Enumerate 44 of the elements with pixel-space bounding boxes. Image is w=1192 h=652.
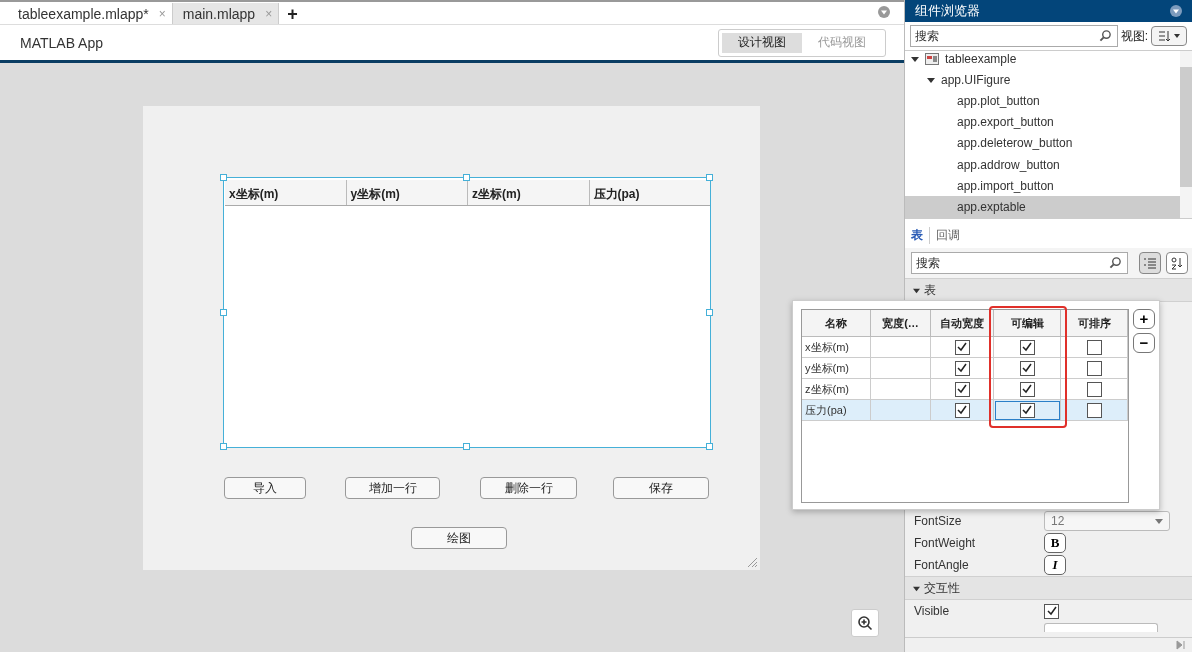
table-cell[interactable]: y坐标(m) — [802, 358, 871, 379]
property-name: FontSize — [914, 514, 963, 528]
app-button[interactable]: 导入 — [224, 477, 306, 499]
tree-item[interactable]: app.addrow_button — [905, 153, 1180, 176]
view-button[interactable]: 设计视图 — [722, 32, 802, 53]
tree-item[interactable]: app.UIFigure — [905, 69, 1180, 91]
new-tab-button[interactable]: + — [279, 4, 306, 24]
tree-item[interactable]: app.export_button — [905, 111, 1180, 133]
property-name: Visible — [914, 604, 951, 618]
dropdown[interactable]: 12 — [1044, 511, 1170, 531]
column-header: 宽度(… — [871, 310, 931, 337]
editor-tab[interactable]: main.mlapp × — [172, 3, 280, 24]
column-header: 自动宽度 — [931, 310, 994, 337]
tree-item[interactable]: app.plot_button — [905, 90, 1180, 112]
app-title: MATLAB App — [20, 34, 103, 51]
tree-item[interactable]: app.import_button — [905, 175, 1180, 197]
property-name: FontAngle — [914, 558, 970, 572]
italic-button[interactable]: I — [1044, 555, 1066, 575]
search-field[interactable]: 搜索 — [910, 25, 1118, 47]
section-header[interactable]: 交互性 — [924, 579, 960, 597]
panel-title: 组件浏览器 — [915, 2, 980, 20]
property-name: FontWeight — [914, 536, 977, 550]
view-label: 视图: — [1120, 27, 1148, 45]
bold-button[interactable]: B — [1044, 533, 1066, 553]
data-table[interactable]: x坐标(m) y坐标(m) z坐标(m) 压力(pa) — [223, 177, 711, 448]
table-cell[interactable]: x坐标(m) — [802, 337, 871, 358]
add-button[interactable]: + — [1133, 309, 1155, 329]
app-button[interactable]: 删除一行 — [480, 477, 577, 499]
column-header: 压力(pa) — [592, 186, 641, 203]
tree-item[interactable]: app.exptable — [905, 196, 1180, 218]
column-header: 名称 — [802, 310, 871, 337]
remove-button[interactable]: − — [1133, 333, 1155, 353]
section-header[interactable]: 表 — [924, 281, 936, 299]
inspector-tab[interactable]: 表 — [911, 227, 929, 244]
table-cell[interactable]: 压力(pa) — [802, 400, 871, 421]
tree-item[interactable]: tableexample — [905, 51, 1180, 70]
tree-item[interactable]: app.deleterow_button — [905, 132, 1180, 154]
column-header: 可排序 — [1061, 310, 1128, 337]
app-button[interactable]: 保存 — [613, 477, 709, 499]
column-header: 可编辑 — [994, 310, 1061, 337]
app-button[interactable]: 绘图 — [411, 527, 507, 549]
inspector-tab[interactable]: 回调 — [929, 227, 966, 244]
search-field[interactable]: 搜索 — [911, 252, 1128, 274]
app-button[interactable]: 增加一行 — [345, 477, 440, 499]
